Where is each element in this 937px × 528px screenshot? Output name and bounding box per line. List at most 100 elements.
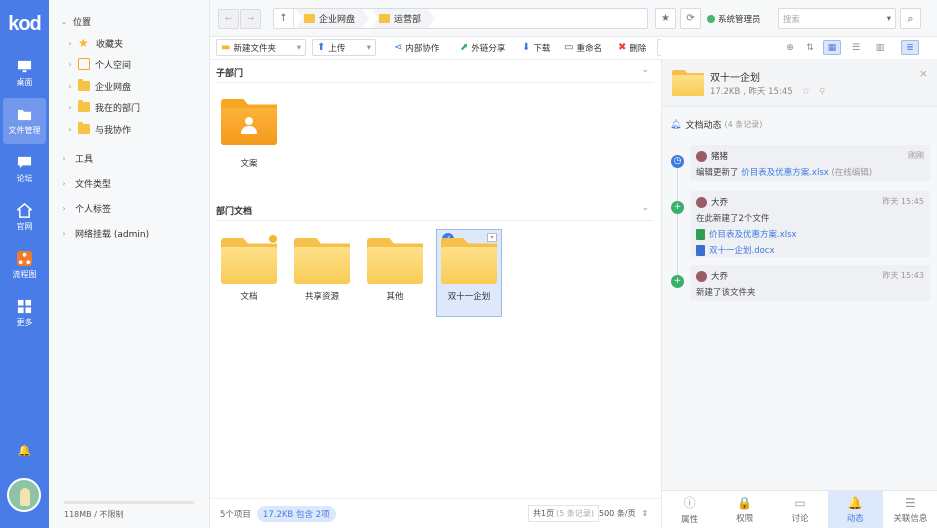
split-view-icon[interactable]: ▥	[871, 40, 889, 55]
tree-group-network-mount[interactable]: › 网络挂载 (admin)	[59, 224, 149, 242]
chevron-down-icon[interactable]: ⌄	[641, 203, 649, 213]
tree-location-header[interactable]: ⌄ 位置	[59, 12, 91, 30]
activity-user-name: 大乔	[711, 272, 729, 282]
up-level-button[interactable]: ↑	[274, 9, 294, 28]
activity-file-link[interactable]: 双十一企划.docx	[696, 244, 924, 256]
activity-file-link[interactable]: 价目表及优惠方案.xlsx	[696, 228, 924, 240]
word-file-icon	[696, 244, 705, 256]
tree-group-tags[interactable]: › 个人标签	[59, 199, 111, 217]
chevron-right-icon: ›	[68, 38, 72, 48]
grid-view-icon[interactable]: ▦	[823, 40, 841, 55]
activity-text: 编辑更新了 价目表及优惠方案.xlsx (在线编辑)	[696, 166, 924, 178]
tree-group-label: 文件类型	[75, 179, 112, 190]
star-icon: ★	[78, 35, 89, 50]
page-count: 共1页	[533, 509, 555, 518]
folder-tile-double-eleven[interactable]: ✓ ▾ 双十一企划	[436, 229, 502, 317]
per-page-select[interactable]: 500 条/页 ⇕	[599, 505, 648, 522]
top-bar: ← → ↑ 企业网盘 运营部 ★ ⟳ 系统管理员 搜索 ▾ ⌕	[210, 0, 937, 37]
chevron-right-icon: ›	[68, 124, 72, 134]
tree-group-tools[interactable]: › 工具	[59, 149, 93, 167]
new-folder-button[interactable]: ▬ 新建文件夹 ▾	[216, 39, 306, 56]
sort-icon[interactable]: ⇅	[801, 40, 819, 55]
folder-tile-docs[interactable]: 文档	[216, 229, 282, 315]
folder-tile-other[interactable]: 其他	[362, 229, 428, 315]
chevron-right-icon: ›	[62, 228, 66, 238]
app-logo[interactable]: kod	[0, 0, 49, 48]
detail-panel-icon[interactable]: ≣	[901, 40, 919, 55]
tab-label: 动态	[846, 513, 864, 524]
tree-item-personal-space[interactable]: › 个人空间	[65, 55, 131, 73]
quota-text: 118MB / 不限制	[64, 510, 124, 519]
tab-permissions[interactable]: 🔒 权限	[717, 491, 772, 528]
activity-file-link[interactable]: 价目表及优惠方案.xlsx	[741, 168, 829, 178]
nav-item-more[interactable]: 更多	[3, 290, 46, 336]
org-selector[interactable]: 系统管理员	[707, 8, 777, 29]
back-button[interactable]: ←	[218, 9, 239, 29]
folder-icon	[294, 238, 350, 284]
tab-label: 关联信息	[893, 513, 928, 524]
upload-label: 上传	[328, 43, 346, 54]
avatar	[696, 196, 707, 208]
close-icon[interactable]: ×	[919, 67, 928, 80]
activity-user-name: 猪猪	[711, 152, 729, 162]
tree-group-file-types[interactable]: › 文件类型	[59, 174, 111, 192]
list-view-icon[interactable]: ☰	[847, 40, 865, 55]
upload-button[interactable]: ⬆ 上传 ▾	[312, 39, 376, 56]
search-icon[interactable]: ⌕	[900, 8, 921, 29]
search-input[interactable]: 搜索 ▾	[778, 8, 896, 29]
status-dot	[707, 14, 715, 23]
breadcrumb-item-operations[interactable]: 运营部	[371, 9, 435, 28]
zoom-icon[interactable]: ⊕	[781, 40, 799, 55]
tree-item-label: 与我协作	[95, 125, 132, 136]
home-icon	[17, 202, 32, 218]
breadcrumb-item-enterprise-disk[interactable]: 企业网盘	[296, 9, 369, 28]
tree-item-enterprise-disk[interactable]: › 企业网盘	[65, 77, 131, 95]
chevron-down-icon: ▾	[296, 42, 301, 53]
tree-item-favorites[interactable]: › ★ 收藏夹	[65, 34, 123, 52]
star-icon[interactable]: ☆	[801, 86, 810, 97]
flowchart-icon	[17, 250, 32, 266]
bell-icon[interactable]: 🔔	[0, 444, 49, 457]
tree-item-label: 收藏夹	[96, 39, 124, 50]
detail-title: 双十一企划	[710, 73, 760, 84]
nav-item-website[interactable]: 官网	[3, 194, 46, 240]
forward-button[interactable]: →	[240, 9, 261, 29]
chevron-down-icon[interactable]: ▾	[887, 14, 891, 24]
refresh-button[interactable]: ⟳	[680, 8, 701, 29]
external-share-button[interactable]: ⬈ 外链分享	[460, 39, 505, 56]
folder-tile-copywriting[interactable]: 文案	[216, 90, 282, 176]
activity-title-label: 文档动态	[685, 121, 722, 131]
activity-card: 大乔 昨天 15:45 在此新建了2个文件 价目表及优惠方案.xlsx 双十一企…	[690, 191, 930, 257]
grid-icon	[17, 299, 32, 313]
tree-item-my-department[interactable]: › 我在的部门	[65, 98, 140, 116]
nav-item-file-manager[interactable]: 文件管理	[3, 98, 46, 144]
activity-title: 🔔︎ 文档动态 (4 条记录)	[670, 118, 762, 132]
rename-button[interactable]: ▭ 重命名	[564, 39, 602, 56]
new-folder-icon: ▬	[221, 42, 231, 53]
tab-activity[interactable]: 🔔 动态	[827, 491, 883, 528]
nav-item-label: 更多	[16, 317, 33, 327]
nav-item-forum[interactable]: 论坛	[3, 146, 46, 192]
download-button[interactable]: ⬇ 下载	[522, 39, 550, 56]
chevron-down-icon[interactable]: ⌄	[641, 65, 649, 75]
nav-item-label: 文件管理	[8, 125, 41, 135]
tree-item-collaboration[interactable]: › 与我协作	[65, 120, 131, 138]
pager[interactable]: 共1页 (5 条记录)	[528, 505, 599, 522]
activity-time: 刚刚	[908, 151, 924, 160]
tab-related-info[interactable]: ☰ 关联信息	[883, 491, 937, 528]
nav-item-desktop[interactable]: 桌面	[3, 50, 46, 96]
user-avatar[interactable]	[7, 478, 41, 512]
favorite-star-button[interactable]: ★	[655, 8, 676, 29]
desktop-icon	[17, 60, 32, 72]
quota-bar	[64, 501, 194, 504]
pin-icon[interactable]: ⚲	[819, 87, 825, 97]
nav-item-flowchart[interactable]: 流程图	[3, 242, 46, 288]
collab-button[interactable]: ⋖ 内部协作	[394, 39, 439, 56]
tab-properties[interactable]: ⓘ 属性	[662, 491, 717, 528]
folder-tile-shared[interactable]: 共享资源	[289, 229, 355, 315]
delete-button[interactable]: ✖ 删除	[618, 39, 646, 56]
tab-discussion[interactable]: ▭ 讨论	[772, 491, 827, 528]
tree-item-label: 企业网盘	[95, 82, 132, 93]
tree-group-label: 个人标签	[75, 204, 112, 215]
link-share-icon: ⬈	[460, 42, 469, 53]
